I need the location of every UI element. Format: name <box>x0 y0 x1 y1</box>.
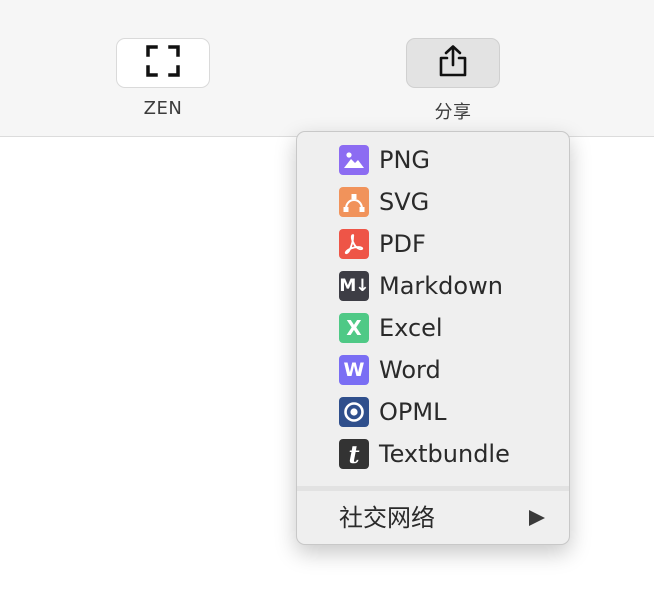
menu-separator <box>297 486 569 491</box>
menu-item-label: Markdown <box>379 272 503 300</box>
submenu-arrow-icon <box>529 510 545 526</box>
menu-item-label: Textbundle <box>379 440 510 468</box>
share-tool: 分享 <box>406 38 500 124</box>
pdf-icon <box>339 229 369 259</box>
menu-item-opml[interactable]: OPML <box>297 394 569 430</box>
excel-icon: X <box>339 313 369 343</box>
word-icon: W <box>339 355 369 385</box>
menu-item-label: Word <box>379 356 441 384</box>
export-menu: PNG SVG PDF M↓ Markdown X Excel W Word O… <box>296 131 570 545</box>
menu-item-excel[interactable]: X Excel <box>297 310 569 346</box>
fullscreen-icon <box>145 44 181 82</box>
menu-item-label: OPML <box>379 398 447 426</box>
markdown-icon: M↓ <box>339 271 370 301</box>
menu-item-label: PDF <box>379 230 426 258</box>
share-button[interactable] <box>406 38 500 88</box>
menu-item-word[interactable]: W Word <box>297 352 569 388</box>
menu-item-png[interactable]: PNG <box>297 142 569 178</box>
zen-tool: ZEN <box>116 38 210 119</box>
image-icon <box>339 145 369 175</box>
menu-item-pdf[interactable]: PDF <box>297 226 569 262</box>
menu-item-markdown[interactable]: M↓ Markdown <box>297 268 569 304</box>
zen-button[interactable] <box>116 38 210 88</box>
share-icon <box>437 44 469 82</box>
vector-path-icon <box>339 187 369 217</box>
menu-item-label: SVG <box>379 188 430 216</box>
menu-item-textbundle[interactable]: t Textbundle <box>297 436 569 472</box>
textbundle-icon: t <box>339 439 369 469</box>
menu-item-label: PNG <box>379 146 431 174</box>
toolbar: ZEN 分享 <box>0 0 654 137</box>
menu-item-svg[interactable]: SVG <box>297 184 569 220</box>
share-label: 分享 <box>434 102 472 123</box>
submenu-label: 社交网络 <box>339 504 435 532</box>
zen-label: ZEN <box>143 98 183 119</box>
menu-item-label: Excel <box>379 314 443 342</box>
menu-item-social-network[interactable]: 社交网络 <box>297 500 569 536</box>
opml-icon <box>339 397 369 427</box>
